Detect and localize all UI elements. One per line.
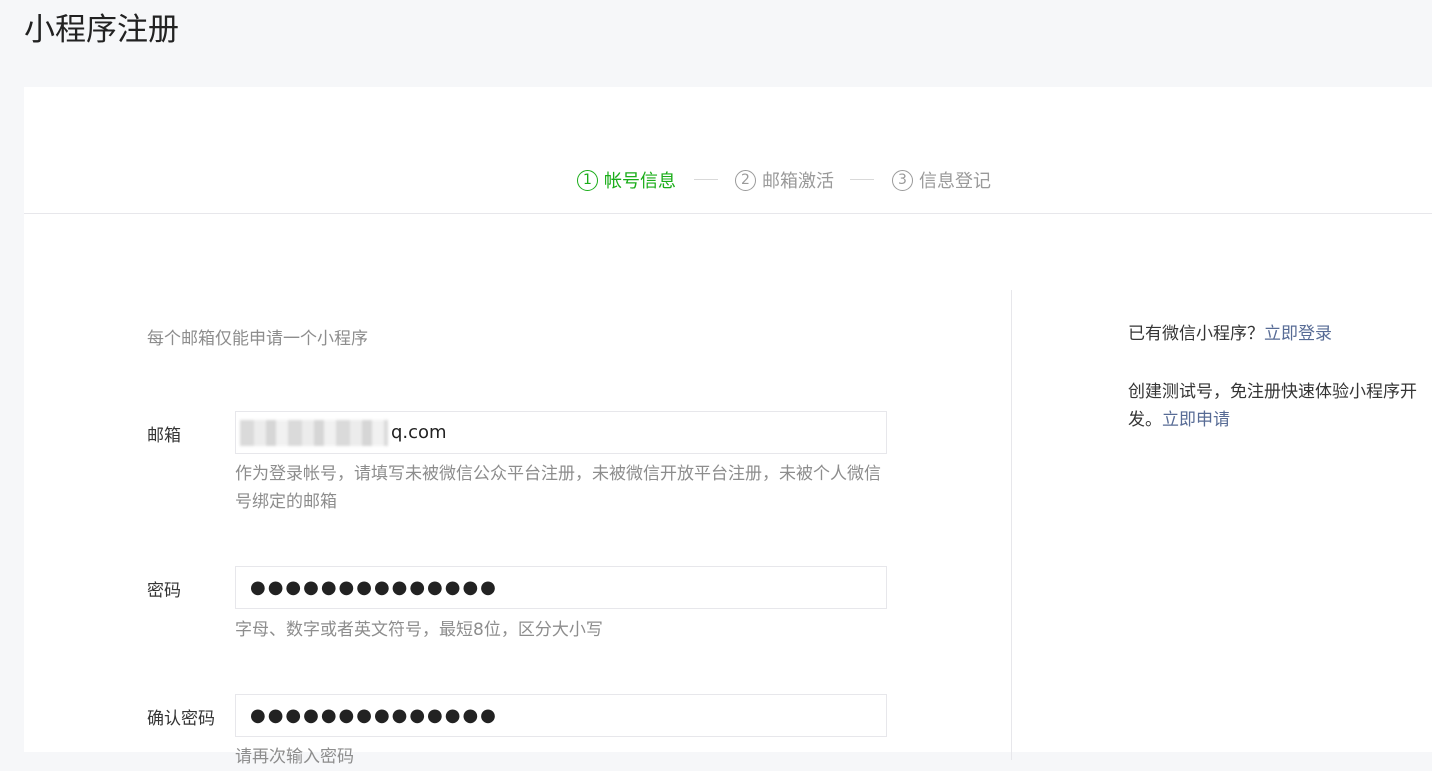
email-input[interactable]: q.com <box>235 411 887 454</box>
login-link[interactable]: 立即登录 <box>1264 324 1332 344</box>
has-account-text: 已有微信小程序？ <box>1128 324 1264 344</box>
login-prompt: 已有微信小程序？立即登录 <box>1128 320 1428 348</box>
email-value: q.com <box>391 422 447 443</box>
step-number: 2 <box>735 169 756 191</box>
page-title: 小程序注册 <box>24 12 179 48</box>
email-redaction <box>240 420 388 446</box>
email-label: 邮箱 <box>147 426 181 446</box>
test-account-prompt: 创建测试号，免注册快速体验小程序开发。立即申请 <box>1128 378 1428 434</box>
confirm-password-label: 确认密码 <box>147 709 215 729</box>
email-hint: 作为登录帐号，请填写未被微信公众平台注册，未被微信开放平台注册，未被个人微信号绑… <box>235 464 881 512</box>
column-divider <box>1011 290 1012 760</box>
registration-card: 1 帐号信息 2 邮箱激活 3 信息登记 每个邮箱仅能申请一个小程序 邮箱 q.… <box>24 87 1432 767</box>
step-account-info: 1 帐号信息 <box>577 167 676 193</box>
password-label: 密码 <box>147 581 181 601</box>
step-info-registration: 3 信息登记 <box>892 167 991 193</box>
step-separator <box>850 179 874 180</box>
confirm-password-input[interactable]: ●●●●●●●●●●●●●● <box>235 694 887 737</box>
password-input[interactable]: ●●●●●●●●●●●●●● <box>235 566 887 609</box>
step-number: 3 <box>892 169 913 191</box>
step-label: 帐号信息 <box>604 171 676 192</box>
step-indicator: 1 帐号信息 2 邮箱激活 3 信息登记 <box>24 167 1432 193</box>
step-label: 信息登记 <box>919 171 991 192</box>
step-email-activation: 2 邮箱激活 <box>735 167 834 193</box>
form-tip: 每个邮箱仅能申请一个小程序 <box>147 329 368 349</box>
password-hint: 字母、数字或者英文符号，最短8位，区分大小写 <box>235 620 603 640</box>
apply-link[interactable]: 立即申请 <box>1162 410 1230 430</box>
step-number: 1 <box>577 169 598 191</box>
step-separator <box>694 179 718 180</box>
confirm-password-hint: 请再次输入密码 <box>235 747 354 767</box>
step-label: 邮箱激活 <box>762 171 834 192</box>
steps-divider <box>24 213 1432 214</box>
